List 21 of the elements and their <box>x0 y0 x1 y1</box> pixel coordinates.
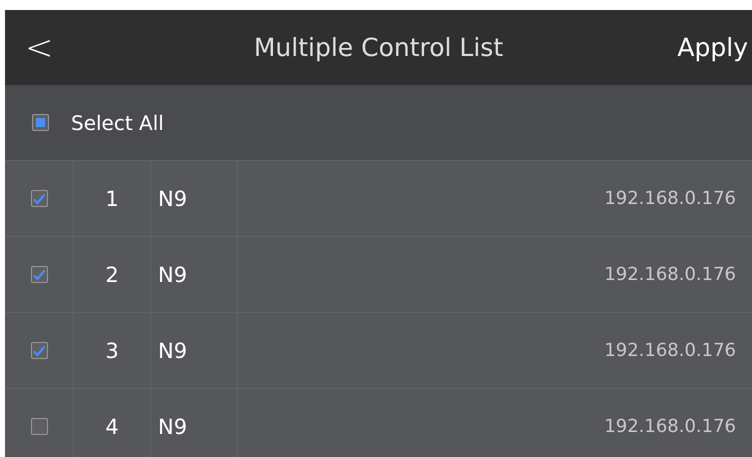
ip-address: 192.168.0.176 <box>604 416 736 437</box>
device-name: N9 <box>158 186 188 210</box>
apply-button[interactable]: Apply <box>672 33 752 62</box>
back-button[interactable]: < <box>5 28 85 68</box>
device-name: N9 <box>158 338 188 362</box>
ip-address: 192.168.0.176 <box>604 188 736 209</box>
row-checkbox[interactable] <box>30 342 48 359</box>
row-checkbox[interactable] <box>30 418 48 435</box>
row-number: 1 <box>105 186 119 210</box>
select-all-checkbox[interactable] <box>32 114 49 131</box>
device-name: N9 <box>158 262 188 286</box>
select-all-label: Select All <box>71 110 164 134</box>
page-title: Multiple Control List <box>254 33 504 62</box>
row-checkbox[interactable] <box>30 266 48 283</box>
row-checkbox[interactable] <box>30 190 48 207</box>
row-number: 2 <box>105 262 119 286</box>
ip-address: 192.168.0.176 <box>604 264 736 285</box>
ip-address: 192.168.0.176 <box>604 340 736 361</box>
device-name: N9 <box>158 414 188 438</box>
row-number: 3 <box>105 338 119 362</box>
row-number: 4 <box>105 414 119 438</box>
